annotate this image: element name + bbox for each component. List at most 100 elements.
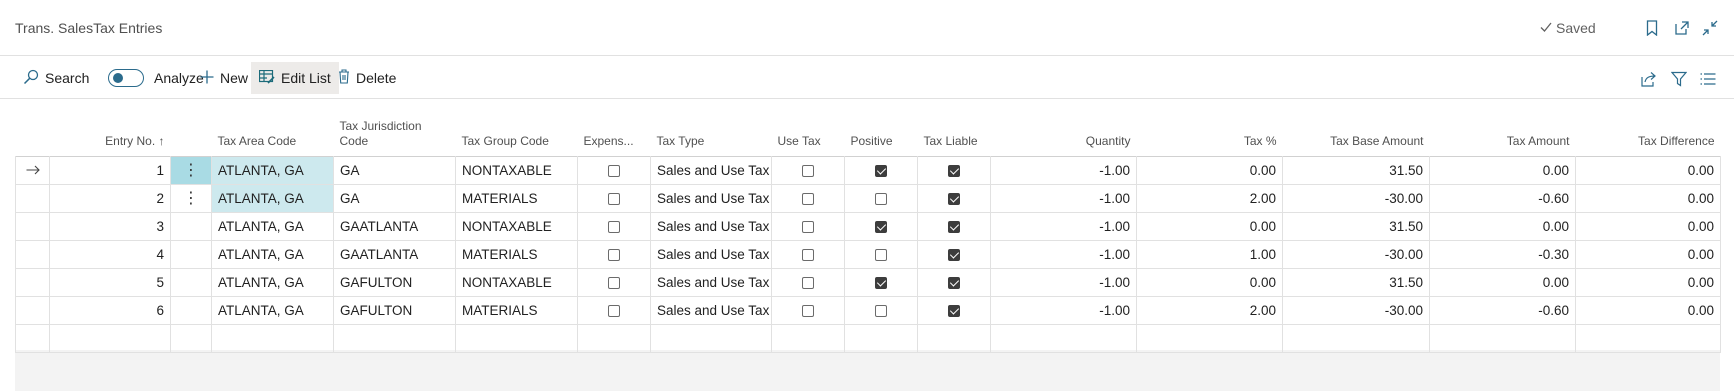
cell-positive[interactable] — [844, 155, 918, 185]
cell-tax-amount[interactable]: 0.00 — [1429, 211, 1576, 241]
cell-quantity[interactable]: -1.00 — [990, 155, 1137, 185]
cell-tax-difference[interactable]: 0.00 — [1575, 267, 1721, 297]
row-actions-cell[interactable] — [170, 295, 212, 325]
empty-cell[interactable] — [990, 323, 1137, 353]
col-header-positive[interactable]: Positive — [845, 108, 918, 156]
col-header-quantity[interactable]: Quantity — [991, 108, 1137, 156]
cell-tax-area-code[interactable]: ATLANTA, GA — [211, 267, 334, 297]
cell-quantity[interactable]: -1.00 — [990, 183, 1137, 213]
cell-use-tax[interactable] — [771, 267, 845, 297]
cell-tax-base-amount[interactable]: -30.00 — [1282, 295, 1430, 325]
cell-positive[interactable] — [844, 211, 918, 241]
cell-tax-pct[interactable]: 2.00 — [1136, 295, 1283, 325]
cell-tax-type[interactable]: Sales and Use Tax — [650, 267, 772, 297]
col-header-use-tax[interactable]: Use Tax — [772, 108, 845, 156]
cell-tax-difference[interactable]: 0.00 — [1575, 239, 1721, 269]
expense-checkbox[interactable] — [608, 220, 620, 233]
edit-list-button[interactable]: Edit List — [251, 62, 339, 94]
cell-quantity[interactable]: -1.00 — [990, 239, 1137, 269]
table-row[interactable]: 3 ATLANTA, GA GAATLANTA NONTAXABLE Sales… — [15, 211, 1721, 241]
cell-tax-area-code[interactable]: ATLANTA, GA — [211, 211, 334, 241]
cell-entry-no[interactable]: 3 — [49, 211, 171, 241]
col-header-tax-type[interactable]: Tax Type — [651, 108, 772, 156]
empty-cell[interactable] — [650, 323, 772, 353]
col-header-tax-area-code[interactable]: Tax Area Code — [212, 108, 334, 156]
cell-tax-difference[interactable]: 0.00 — [1575, 295, 1721, 325]
positive-checkbox[interactable] — [875, 164, 887, 177]
cell-use-tax[interactable] — [771, 155, 845, 185]
col-header-tax-liable[interactable]: Tax Liable — [918, 108, 991, 156]
table-row[interactable]: 4 ATLANTA, GA GAATLANTA MATERIALS Sales … — [15, 239, 1721, 269]
collapse-icon[interactable] — [1700, 18, 1720, 38]
cell-tax-pct[interactable]: 1.00 — [1136, 239, 1283, 269]
empty-cell[interactable] — [1575, 323, 1721, 353]
tax-liable-checkbox[interactable] — [948, 276, 960, 289]
cell-entry-no[interactable]: 6 — [49, 295, 171, 325]
row-actions-cell[interactable] — [170, 211, 212, 241]
expense-checkbox[interactable] — [608, 192, 620, 205]
empty-cell[interactable] — [771, 323, 845, 353]
new-entry-row[interactable] — [15, 323, 1721, 353]
open-in-new-window-icon[interactable] — [1672, 18, 1692, 38]
positive-checkbox[interactable] — [875, 276, 887, 289]
cell-expense[interactable] — [577, 183, 651, 213]
col-header-tax-group-code[interactable]: Tax Group Code — [456, 108, 578, 156]
positive-checkbox[interactable] — [875, 220, 887, 233]
empty-cell[interactable] — [917, 323, 991, 353]
cell-tax-group-code[interactable]: MATERIALS — [455, 239, 578, 269]
cell-tax-liable[interactable] — [917, 267, 991, 297]
cell-tax-group-code[interactable]: MATERIALS — [455, 295, 578, 325]
cell-expense[interactable] — [577, 295, 651, 325]
cell-tax-area-code[interactable]: ATLANTA, GA — [211, 295, 334, 325]
search-button[interactable]: Search — [15, 62, 97, 94]
cell-tax-jurisdiction-code[interactable]: GAATLANTA — [333, 239, 456, 269]
share-icon[interactable] — [1638, 68, 1660, 90]
cell-tax-liable[interactable] — [917, 239, 991, 269]
cell-tax-amount[interactable]: -0.30 — [1429, 239, 1576, 269]
expense-checkbox[interactable] — [608, 304, 620, 317]
cell-quantity[interactable]: -1.00 — [990, 211, 1137, 241]
use-tax-checkbox[interactable] — [802, 304, 814, 317]
cell-tax-base-amount[interactable]: 31.50 — [1282, 155, 1430, 185]
empty-cell[interactable] — [170, 323, 212, 353]
use-tax-checkbox[interactable] — [802, 276, 814, 289]
cell-tax-type[interactable]: Sales and Use Tax — [650, 239, 772, 269]
col-header-tax-amount[interactable]: Tax Amount — [1430, 108, 1576, 156]
col-header-tax-difference[interactable]: Tax Difference — [1576, 108, 1721, 156]
cell-tax-area-code[interactable]: ATLANTA, GA — [211, 155, 334, 185]
tax-liable-checkbox[interactable] — [948, 304, 960, 317]
cell-tax-jurisdiction-code[interactable]: GAFULTON — [333, 267, 456, 297]
cell-quantity[interactable]: -1.00 — [990, 295, 1137, 325]
positive-checkbox[interactable] — [875, 304, 887, 317]
cell-entry-no[interactable]: 5 — [49, 267, 171, 297]
table-row[interactable]: 2 ⋮ ATLANTA, GA GA MATERIALS Sales and U… — [15, 183, 1721, 213]
cell-use-tax[interactable] — [771, 211, 845, 241]
cell-expense[interactable] — [577, 239, 651, 269]
use-tax-checkbox[interactable] — [802, 164, 814, 177]
cell-tax-group-code[interactable]: NONTAXABLE — [455, 211, 578, 241]
empty-cell[interactable] — [211, 323, 334, 353]
tax-liable-checkbox[interactable] — [948, 248, 960, 261]
cell-positive[interactable] — [844, 183, 918, 213]
cell-tax-type[interactable]: Sales and Use Tax — [650, 155, 772, 185]
cell-tax-jurisdiction-code[interactable]: GA — [333, 183, 456, 213]
cell-tax-pct[interactable]: 0.00 — [1136, 267, 1283, 297]
cell-tax-group-code[interactable]: NONTAXABLE — [455, 155, 578, 185]
cell-quantity[interactable]: -1.00 — [990, 267, 1137, 297]
cell-tax-liable[interactable] — [917, 183, 991, 213]
table-row[interactable]: 5 ATLANTA, GA GAFULTON NONTAXABLE Sales … — [15, 267, 1721, 297]
cell-tax-liable[interactable] — [917, 211, 991, 241]
expense-checkbox[interactable] — [608, 164, 620, 177]
table-row[interactable]: 6 ATLANTA, GA GAFULTON MATERIALS Sales a… — [15, 295, 1721, 325]
cell-tax-pct[interactable]: 2.00 — [1136, 183, 1283, 213]
table-row[interactable]: 1 ⋮ ATLANTA, GA GA NONTAXABLE Sales and … — [15, 155, 1721, 185]
cell-entry-no[interactable]: 2 — [49, 183, 171, 213]
tax-liable-checkbox[interactable] — [948, 220, 960, 233]
cell-tax-pct[interactable]: 0.00 — [1136, 211, 1283, 241]
positive-checkbox[interactable] — [875, 248, 887, 261]
cell-expense[interactable] — [577, 155, 651, 185]
col-header-tax-jurisdiction-code[interactable]: Tax Jurisdiction Code — [334, 108, 456, 156]
cell-expense[interactable] — [577, 267, 651, 297]
empty-cell[interactable] — [49, 323, 171, 353]
delete-button[interactable]: Delete — [330, 62, 404, 94]
